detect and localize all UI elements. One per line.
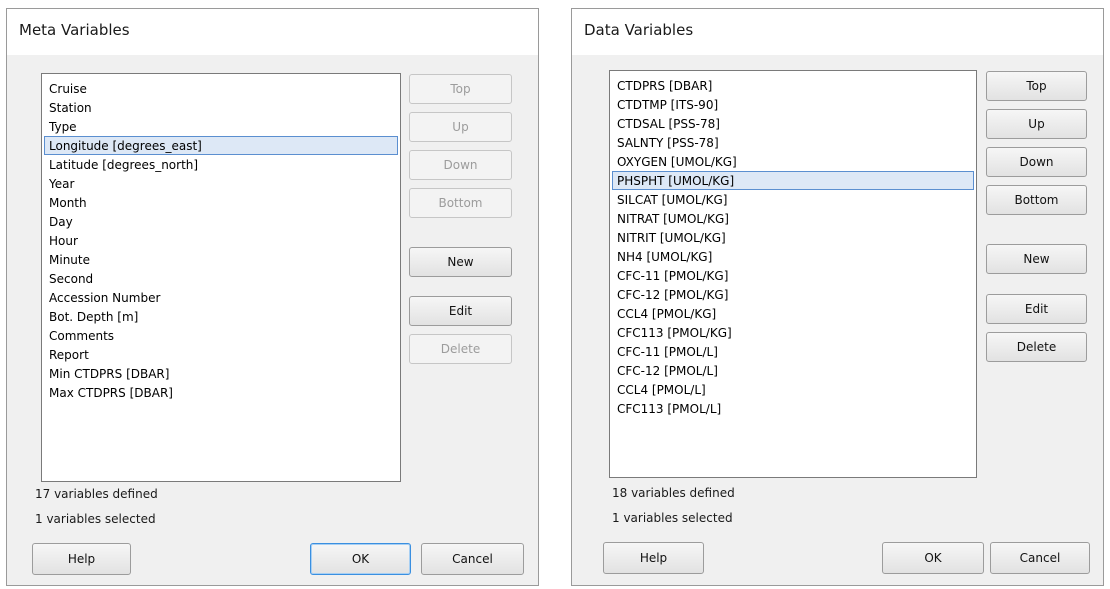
list-item[interactable]: NH4 [UMOL/KG] — [612, 247, 974, 266]
list-item[interactable]: Month — [44, 193, 398, 212]
list-item[interactable]: SALNTY [PSS-78] — [612, 133, 974, 152]
delete-button[interactable]: Delete — [409, 334, 512, 364]
list-item[interactable]: Type — [44, 117, 398, 136]
bottom-button[interactable]: Bottom — [986, 185, 1087, 215]
data-variables-dialog: Data Variables CTDPRS [DBAR] CTDTMP [ITS-… — [571, 8, 1104, 586]
list-item[interactable]: CFC113 [PMOL/L] — [612, 399, 974, 418]
delete-button[interactable]: Delete — [986, 332, 1087, 362]
data-variables-list[interactable]: CTDPRS [DBAR] CTDTMP [ITS-90] CTDSAL [PSS-… — [609, 70, 977, 478]
title-bar: Meta Variables — [7, 9, 538, 55]
list-item[interactable]: NITRAT [UMOL/KG] — [612, 209, 974, 228]
new-button[interactable]: New — [409, 247, 512, 277]
up-button[interactable]: Up — [986, 109, 1087, 139]
list-item[interactable]: Max CTDPRS [DBAR] — [44, 383, 398, 402]
list-item[interactable]: CFC113 [PMOL/KG] — [612, 323, 974, 342]
title-bar: Data Variables — [572, 9, 1103, 55]
list-item[interactable]: Year — [44, 174, 398, 193]
list-item[interactable]: CTDTMP [ITS-90] — [612, 95, 974, 114]
bottom-button[interactable]: Bottom — [409, 188, 512, 218]
list-item[interactable]: CCL4 [PMOL/KG] — [612, 304, 974, 323]
variables-defined-status: 18 variables defined — [612, 486, 735, 500]
list-item[interactable]: CFC-12 [PMOL/KG] — [612, 285, 974, 304]
ok-button[interactable]: OK — [310, 543, 411, 575]
meta-variables-list[interactable]: Cruise Station Type Longitude [degrees_east… — [41, 73, 401, 482]
list-item[interactable]: CCL4 [PMOL/L] — [612, 380, 974, 399]
list-item[interactable]: Min CTDPRS [DBAR] — [44, 364, 398, 383]
edit-button[interactable]: Edit — [986, 294, 1087, 324]
list-item[interactable]: CTDSAL [PSS-78] — [612, 114, 974, 133]
top-button[interactable]: Top — [409, 74, 512, 104]
list-item[interactable]: Accession Number — [44, 288, 398, 307]
top-button[interactable]: Top — [986, 71, 1087, 101]
list-item[interactable]: Minute — [44, 250, 398, 269]
list-item[interactable]: PHSPHT [UMOL/KG] — [612, 171, 974, 190]
list-item[interactable]: Hour — [44, 231, 398, 250]
list-item[interactable]: Day — [44, 212, 398, 231]
list-item[interactable]: Bot. Depth [m] — [44, 307, 398, 326]
new-button[interactable]: New — [986, 244, 1087, 274]
list-item[interactable]: CFC-11 [PMOL/KG] — [612, 266, 974, 285]
edit-button[interactable]: Edit — [409, 296, 512, 326]
list-items: Cruise Station Type Longitude [degrees_east… — [42, 74, 400, 402]
help-button[interactable]: Help — [32, 543, 131, 575]
list-item[interactable]: Report — [44, 345, 398, 364]
list-item[interactable]: OXYGEN [UMOL/KG] — [612, 152, 974, 171]
down-button[interactable]: Down — [986, 147, 1087, 177]
meta-variables-dialog: Meta Variables Cruise Station Type Longitud… — [6, 8, 539, 586]
list-item[interactable]: Longitude [degrees_east] — [44, 136, 398, 155]
list-item[interactable]: NITRIT [UMOL/KG] — [612, 228, 974, 247]
list-item[interactable]: SILCAT [UMOL/KG] — [612, 190, 974, 209]
variables-selected-status: 1 variables selected — [35, 512, 156, 526]
dialog-title: Meta Variables — [19, 21, 130, 39]
list-item[interactable]: Second — [44, 269, 398, 288]
list-items: CTDPRS [DBAR] CTDTMP [ITS-90] CTDSAL [PSS-… — [610, 71, 976, 418]
list-item[interactable]: Station — [44, 98, 398, 117]
cancel-button[interactable]: Cancel — [990, 542, 1090, 574]
up-button[interactable]: Up — [409, 112, 512, 142]
cancel-button[interactable]: Cancel — [421, 543, 524, 575]
list-item[interactable]: Cruise — [44, 79, 398, 98]
down-button[interactable]: Down — [409, 150, 512, 180]
help-button[interactable]: Help — [603, 542, 704, 574]
variables-selected-status: 1 variables selected — [612, 511, 733, 525]
list-item[interactable]: Latitude [degrees_north] — [44, 155, 398, 174]
ok-button[interactable]: OK — [882, 542, 984, 574]
list-item[interactable]: CTDPRS [DBAR] — [612, 76, 974, 95]
list-item[interactable]: CFC-11 [PMOL/L] — [612, 342, 974, 361]
list-item[interactable]: Comments — [44, 326, 398, 345]
list-item[interactable]: CFC-12 [PMOL/L] — [612, 361, 974, 380]
variables-defined-status: 17 variables defined — [35, 487, 158, 501]
dialog-title: Data Variables — [584, 21, 694, 39]
